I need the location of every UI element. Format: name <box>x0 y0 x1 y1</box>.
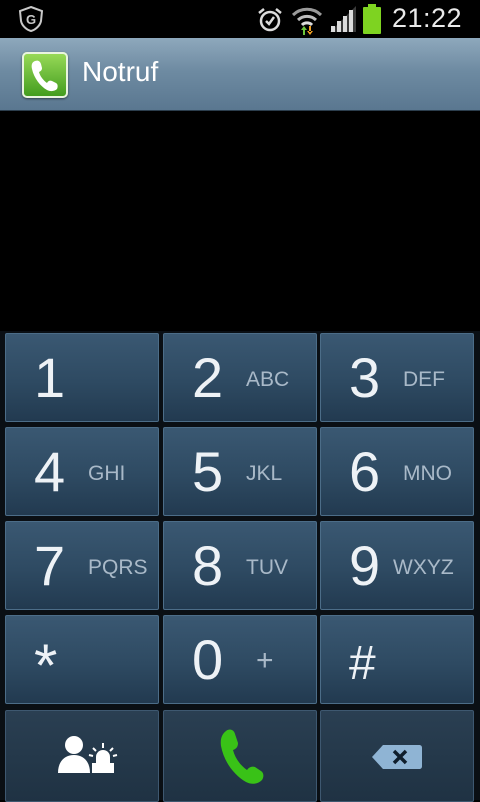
key-letters: ABC <box>246 368 290 391</box>
backspace-button[interactable] <box>320 710 474 802</box>
key-7[interactable]: 7 PQRS <box>5 521 159 610</box>
key-letters: + <box>256 644 274 677</box>
phone-app-icon[interactable] <box>22 52 68 98</box>
key-digit: 5 <box>192 440 224 503</box>
key-letters: PQRS <box>88 556 148 579</box>
key-digit: 9 <box>349 534 381 597</box>
key-2[interactable]: 2 ABC <box>163 333 317 422</box>
number-display[interactable] <box>0 111 480 331</box>
key-digit: 0 <box>192 628 224 691</box>
backspace-icon <box>372 745 422 769</box>
status-bar: G 21:22 <box>0 0 480 38</box>
key-digit: 7 <box>34 534 66 597</box>
key-5[interactable]: 5 JKL <box>163 427 317 516</box>
key-star[interactable]: * <box>5 615 159 704</box>
key-digit: 6 <box>349 440 381 503</box>
svg-text:G: G <box>26 12 36 27</box>
key-digit: 1 <box>34 346 66 409</box>
key-digit: 3 <box>349 346 381 409</box>
call-button[interactable] <box>163 710 317 802</box>
key-letters: JKL <box>246 462 283 485</box>
key-0[interactable]: 0 + <box>163 615 317 704</box>
wifi-icon <box>291 7 323 35</box>
app-bar: Notruf <box>0 38 480 111</box>
key-digit: 8 <box>192 534 224 597</box>
key-letters: GHI <box>88 462 126 485</box>
signal-icon <box>330 6 356 32</box>
key-digit: # <box>349 637 376 690</box>
key-letters: WXYZ <box>393 556 454 579</box>
key-4[interactable]: 4 GHI <box>5 427 159 516</box>
key-hash[interactable]: # <box>320 615 474 704</box>
key-digit: 4 <box>34 440 66 503</box>
key-digit: 2 <box>192 346 224 409</box>
key-9[interactable]: 9 WXYZ <box>320 521 474 610</box>
call-icon <box>220 729 264 784</box>
shield-g-icon: G <box>18 6 44 32</box>
key-6[interactable]: 6 MNO <box>320 427 474 516</box>
app-title: Notruf <box>82 56 159 87</box>
key-1[interactable]: 1 <box>5 333 159 422</box>
key-8[interactable]: 8 TUV <box>163 521 317 610</box>
dial-keypad: 1 2 ABC 3 DEF 4 GHI 5 JKL 6 MNO 7 PQRS 8… <box>0 331 480 802</box>
key-3[interactable]: 3 DEF <box>320 333 474 422</box>
emergency-contacts-icon <box>58 736 118 773</box>
alarm-icon <box>258 8 282 32</box>
key-letters: TUV <box>246 556 288 579</box>
status-time: 21:22 <box>392 3 463 33</box>
key-letters: DEF <box>403 368 445 391</box>
key-letters: MNO <box>403 462 452 485</box>
key-digit: * <box>34 632 58 699</box>
battery-icon <box>363 4 381 34</box>
emergency-contacts-button[interactable] <box>5 710 159 802</box>
